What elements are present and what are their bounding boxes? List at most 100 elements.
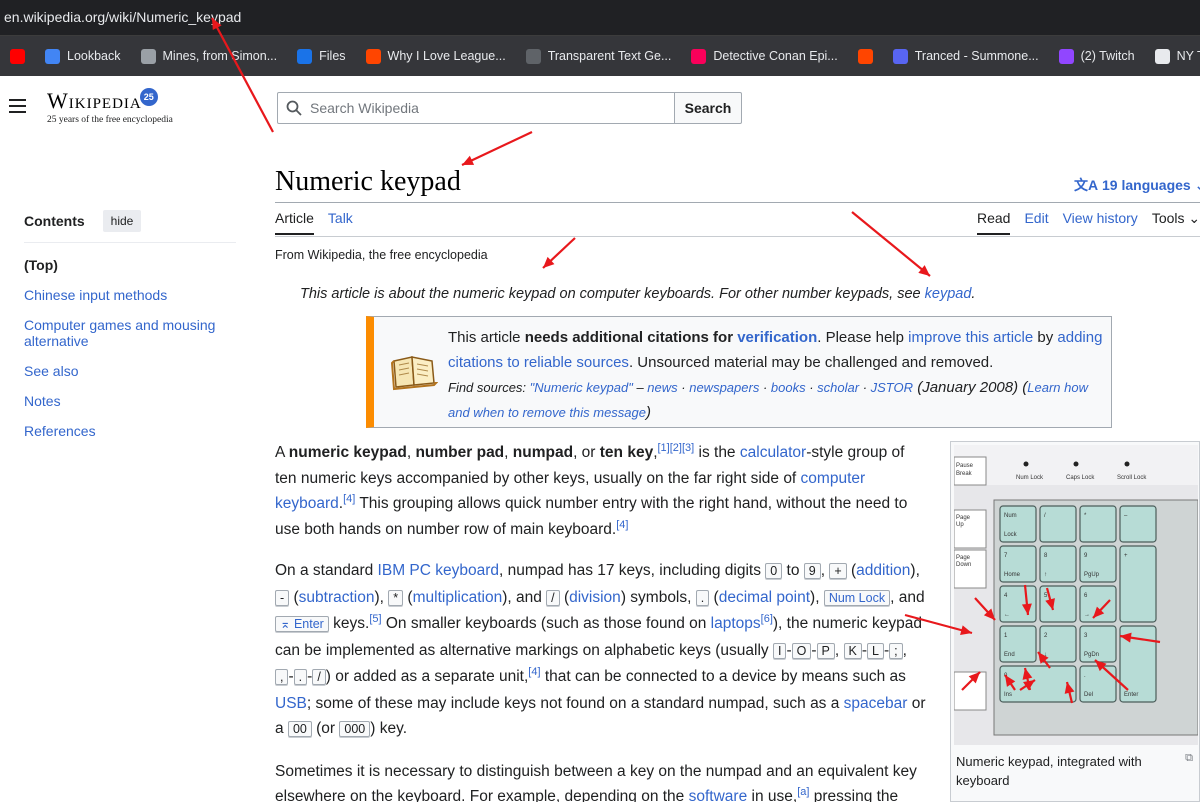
search-button[interactable]: Search (675, 92, 742, 124)
paragraph-1: A numeric keypad, number pad, numpad, or… (275, 441, 908, 538)
toc-item-computer-games[interactable]: Computer games and mousing alternative (24, 317, 236, 349)
keyboard-label: ↑ (1044, 572, 1047, 578)
title-divider (275, 202, 1200, 203)
address-bar[interactable]: en.wikipedia.org/wiki/Numeric_keypad (0, 0, 1200, 36)
toc-item-notes[interactable]: Notes (24, 393, 236, 409)
bookmark-item[interactable]: NY Times, Saturday,... (1145, 36, 1200, 76)
bookmark-item[interactable]: Lookback (35, 36, 131, 76)
languages-label: 19 languages (1102, 177, 1191, 193)
bookmark-label: Why I Love League... (387, 49, 506, 63)
find-news-link[interactable]: news (647, 380, 677, 395)
view-tabs: Read Edit View history Tools ⌄ (977, 210, 1200, 235)
toc-item-chinese-input[interactable]: Chinese input methods (24, 287, 236, 303)
verification-link[interactable]: verification (737, 329, 817, 346)
globe-icon (140, 48, 156, 64)
tab-read[interactable]: Read (977, 210, 1011, 235)
bookmark-item[interactable]: Detective Conan Epi... (681, 36, 847, 76)
keyboard-image[interactable]: Pause Break Num Lock Caps Lock Scroll Lock Pa… (954, 445, 1198, 745)
keyboard-label: Home (1004, 572, 1021, 578)
bookmark-item[interactable] (848, 36, 883, 76)
numpad-key (1079, 505, 1117, 543)
bookmark-label: (2) Twitch (1080, 49, 1135, 63)
numpad-key (1119, 505, 1157, 543)
reddit-icon (857, 48, 873, 64)
page-icon (1154, 48, 1170, 64)
bookmark-label: Mines, from Simon... (162, 49, 278, 63)
tab-talk[interactable]: Talk (328, 210, 353, 235)
paragraph-2: On a standard IBM PC keyboard, numpad ha… (275, 562, 926, 737)
citation-notice: This article needs additional citations … (366, 316, 1112, 428)
keyboard-label: Down (956, 562, 971, 568)
tab-edit[interactable]: Edit (1024, 210, 1048, 235)
find-newspapers-link[interactable]: newspapers (689, 380, 759, 395)
search-input[interactable] (310, 100, 640, 116)
bookmark-item[interactable]: Transparent Text Ge... (516, 36, 682, 76)
keyboard-label: PgDn (1084, 652, 1099, 658)
keyboard-label: → (1084, 612, 1090, 618)
keyboard-label: Num Lock (1016, 475, 1044, 481)
toc-item-top[interactable]: (Top) (24, 257, 236, 273)
logo-wordmark: Wikipedia (47, 88, 142, 113)
keyboard-label: PgUp (1084, 572, 1100, 578)
wikipedia-logo[interactable]: Wikipedia 25 25 years of the free encyclo… (47, 88, 173, 125)
keyboard-label: ↓ (1044, 652, 1047, 658)
find-jstor-link[interactable]: JSTOR (871, 380, 913, 395)
tab-view-history[interactable]: View history (1063, 210, 1138, 235)
bookmark-label: Tranced - Summone... (914, 49, 1039, 63)
keyboard-label: Pause (956, 463, 974, 469)
bookmark-item[interactable]: Files (287, 36, 355, 76)
toc-item-see-also[interactable]: See also (24, 363, 236, 379)
red-arrow (461, 131, 533, 166)
keyboard-label: End (1004, 652, 1015, 658)
bookmark-item[interactable]: Why I Love League... (356, 36, 516, 76)
enlarge-icon[interactable]: ⧉ (1185, 752, 1193, 765)
bookmark-label: NY Times, Saturday,... (1176, 49, 1200, 63)
arrow-key (954, 671, 987, 711)
url-text[interactable]: en.wikipedia.org/wiki/Numeric_keypad (4, 9, 241, 25)
bookmarks-bar: Lookback Mines, from Simon... Files Why I L… (0, 36, 1200, 76)
bookmark-label: Detective Conan Epi... (713, 49, 838, 63)
bookmark-item[interactable]: (2) Twitch (1049, 36, 1145, 76)
namespace-tabs: Article Talk (275, 210, 353, 235)
toc-item-references[interactable]: References (24, 423, 236, 439)
bookmark-label: Files (319, 49, 346, 63)
numpad-key (1039, 505, 1077, 543)
red-arrow (851, 211, 931, 277)
language-selector[interactable]: 文A 19 languages ⌄ (1074, 175, 1200, 195)
indicator-led (1124, 461, 1130, 467)
tab-tools[interactable]: Tools ⌄ (1152, 210, 1200, 235)
keyboard-label: Caps Lock (1066, 475, 1095, 481)
find-books-link[interactable]: books (771, 380, 806, 395)
hatnote-link-keypad[interactable]: keypad (925, 286, 972, 302)
figure-caption: Numeric keypad, integrated with keyboard (956, 754, 1142, 788)
fandom-icon (691, 48, 707, 64)
files-icon (297, 48, 313, 64)
bookmark-item[interactable] (0, 36, 35, 76)
site-subtitle: From Wikipedia, the free encyclopedia (275, 248, 488, 262)
keyboard-label: Ins (1004, 692, 1012, 698)
main-menu-icon[interactable] (9, 99, 26, 117)
bookmark-label: Lookback (67, 49, 121, 63)
find-source-query-link[interactable]: "Numeric keypad" (530, 380, 633, 395)
tab-article[interactable]: Article (275, 210, 314, 235)
keyboard-label: + (1124, 553, 1128, 559)
keyboard-label: Page (956, 515, 971, 521)
find-scholar-link[interactable]: scholar (817, 380, 859, 395)
bookmark-item[interactable]: Tranced - Summone... (883, 36, 1049, 76)
chevron-down-icon: ⌄ (1195, 177, 1200, 193)
keyboard-label: Del (1084, 692, 1093, 698)
toc-title: Contents (24, 213, 85, 229)
bookmark-label: Transparent Text Ge... (547, 49, 672, 63)
improve-article-link[interactable]: improve this article (908, 329, 1033, 346)
toc-hide-button[interactable]: hide (102, 210, 142, 232)
bookmark-item[interactable]: Mines, from Simon... (131, 36, 288, 76)
discord-icon (892, 48, 908, 64)
twitch-icon (1058, 48, 1074, 64)
spider-icon (525, 48, 541, 64)
paragraph-3: Sometimes it is necessary to distinguish… (275, 762, 917, 802)
search-box[interactable] (277, 92, 675, 124)
table-of-contents: Contents hide (Top) Chinese input method… (24, 210, 236, 439)
translate-icon: 文A (1074, 177, 1099, 193)
numpad-key (1039, 585, 1077, 623)
numpad-key (1119, 625, 1157, 703)
